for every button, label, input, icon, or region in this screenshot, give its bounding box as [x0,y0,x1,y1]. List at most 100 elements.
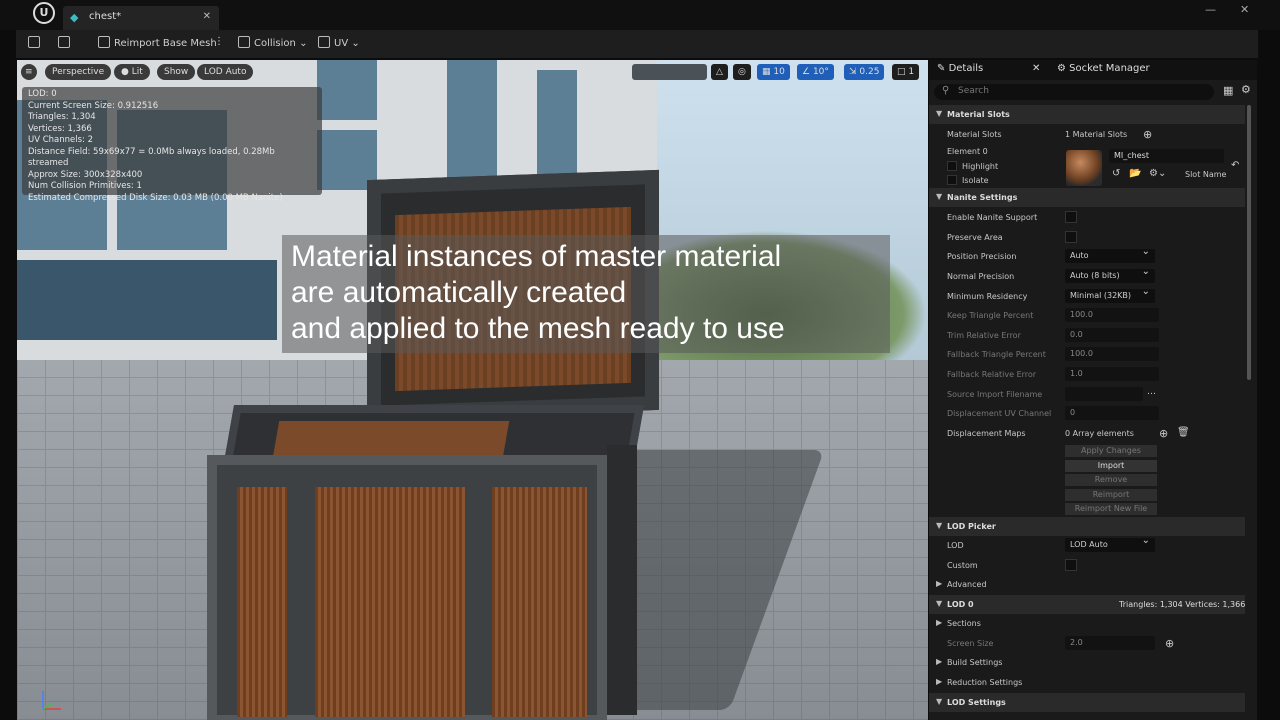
section-lod-picker[interactable]: ▼ LOD Picker [929,517,1245,536]
scale-snap-button[interactable]: ⇲ 0.25 [844,64,885,80]
reimport-nanite-button[interactable]: Reimport [1065,489,1157,501]
lit-icon: ● [121,67,132,77]
isolate-checkbox[interactable] [947,175,957,185]
stat-line: Distance Field: 59x69x77 = 0.0Mb always … [28,146,275,169]
screen-size-input[interactable]: 2.0 [1065,636,1155,650]
caption-line: and applied to the mesh ready to use [291,312,785,345]
source-filename-input[interactable] [1065,387,1143,401]
add-screen-size-icon[interactable]: ⊕ [1165,637,1174,650]
browse-asset-icon[interactable]: 📂 [1129,168,1141,179]
more-options-icon[interactable]: ⋮ [214,36,224,47]
minimum-residency-dropdown[interactable]: Minimal (32KB) [1065,286,1155,303]
unreal-logo-icon[interactable]: U [33,2,55,24]
material-picker[interactable]: MI_chest [1109,149,1224,163]
collapse-arrow-icon: ▼ [936,599,943,608]
collision-icon [238,36,250,48]
browse-icon[interactable] [58,36,74,49]
collision-menu[interactable]: Collision ⌄ [238,36,307,49]
show-button[interactable]: Show [157,64,196,80]
reimport-new-file-button[interactable]: Reimport New File [1065,503,1157,515]
world-local-icon[interactable]: ◎ [733,64,751,80]
scale-snap-icon: ⇲ [849,67,860,77]
section-lod-settings[interactable]: ▼ LOD Settings [929,693,1245,712]
transform-tools[interactable] [632,64,707,80]
normal-precision-dropdown[interactable]: Auto (8 bits) [1065,266,1155,283]
asset-tab-chest[interactable]: ◆ chest* ✕ [63,6,219,30]
import-button[interactable]: Import [1065,460,1157,472]
camera-speed-button[interactable]: □ 1 [892,64,920,80]
mesh-stats-overlay: LOD: 0 Current Screen Size: 0.912516 Tri… [22,87,322,203]
settings-gear-icon[interactable]: ⚙ [1241,83,1251,96]
details-search-input[interactable]: Search [934,84,1214,100]
lod-dropdown[interactable]: LOD Auto [1065,535,1155,552]
asset-toolbar: Reimport Base Mesh ⋮ Collision ⌄ UV ⌄ [16,30,1258,58]
table-view-icon[interactable]: ▦ [1223,84,1233,97]
delete-elements-icon[interactable]: 🗑 [1177,427,1190,438]
tab-details[interactable]: ✎ Details [937,63,983,74]
add-slot-icon[interactable]: ⊕ [1143,128,1152,141]
grid-snap-button[interactable]: ▦ 10 [757,64,790,80]
details-scrollbar[interactable] [1247,105,1251,380]
static-mesh-viewport[interactable]: ≡ Perspective ● Lit Show LOD Auto △ ◎ ▦ … [17,60,928,720]
tab-socket-manager[interactable]: ⚙ Socket Manager [1057,63,1150,74]
preserve-area-checkbox[interactable] [1065,231,1077,243]
socket-icon: ⚙ [1057,63,1070,74]
displacement-uv-input[interactable]: 0 [1065,406,1159,420]
static-mesh-icon: ◆ [70,11,79,24]
row-sections[interactable]: ▶ Sections [929,614,1245,633]
browse-file-icon[interactable]: … [1147,387,1156,397]
material-thumbnail[interactable] [1066,150,1102,186]
stat-line: Vertices: 1,366 [28,123,92,134]
surface-snap-icon[interactable]: △ [711,64,728,80]
row-fallback-triangle: Fallback Triangle Percent 100.0 [929,345,1245,364]
enable-nanite-checkbox[interactable] [1065,211,1077,223]
viewport-menu-icon[interactable]: ≡ [21,64,37,80]
row-displacement-maps: Displacement Maps 0 Array elements ⊕ 🗑 [947,427,1190,440]
position-precision-dropdown[interactable]: Auto [1065,246,1155,263]
trim-error-input[interactable]: 0.0 [1065,328,1159,342]
keep-triangle-input[interactable]: 100.0 [1065,308,1159,322]
chest-side [607,445,637,715]
highlight-checkbox[interactable] [947,161,957,171]
row-trim-error: Trim Relative Error 0.0 [929,326,1245,345]
use-selected-icon[interactable]: ↺ [1112,168,1120,179]
close-tab-icon[interactable]: ✕ [203,11,211,22]
custom-lod-checkbox[interactable] [1065,559,1077,571]
row-preserve-area: Preserve Area [929,228,1245,247]
axis-gizmo-icon [42,691,61,710]
lit-button[interactable]: ● Lit [114,64,150,80]
section-nanite-settings[interactable]: ▼ Nanite Settings [929,188,1245,207]
stat-line: Estimated Compressed Disk Size: 0.03 MB … [28,192,283,203]
expand-arrow-icon: ▶ [936,618,943,627]
fallback-triangle-input[interactable]: 100.0 [1065,347,1159,361]
reset-icon[interactable]: ↶ [1231,160,1239,171]
add-element-icon[interactable]: ⊕ [1159,427,1168,440]
tutorial-caption: Material instances of master material ar… [282,235,890,353]
remove-button[interactable]: Remove [1065,474,1157,486]
collapse-arrow-icon: ▼ [936,697,943,706]
section-lod-0[interactable]: ▼ LOD 0 Triangles: 1,304 Vertices: 1,366 [929,595,1245,614]
row-advanced[interactable]: ▶ Advanced [929,575,1245,594]
lod0-stats: Triangles: 1,304 Vertices: 1,366 [1119,600,1246,609]
chest-front [207,455,607,720]
row-build-settings[interactable]: ▶ Build Settings [929,653,1245,672]
perspective-button[interactable]: Perspective [45,64,112,80]
close-details-tab-icon[interactable]: ✕ [1032,63,1040,74]
tab-title: chest [89,11,117,22]
uv-menu[interactable]: UV ⌄ [318,36,360,49]
row-element-0: Element 0 Highlight Isolate MI_chest ↺ 📂… [947,147,1240,186]
lod-button[interactable]: LOD Auto [197,64,254,80]
fallback-error-input[interactable]: 1.0 [1065,367,1159,381]
close-window-icon[interactable]: ✕ [1240,3,1249,16]
reimport-button[interactable]: Reimport Base Mesh [98,36,217,49]
angle-snap-button[interactable]: ∠ 10° [797,64,834,80]
apply-changes-button[interactable]: Apply Changes [1065,445,1157,457]
details-panel: ✎ Details ✕ ⚙ Socket Manager Search ⚲ ▦ … [929,60,1257,720]
camera-icon: □ [897,67,909,77]
stat-line: Approx Size: 300x328x400 [28,169,143,180]
minimize-icon[interactable]: — [1205,3,1216,16]
row-reduction-settings[interactable]: ▶ Reduction Settings [929,673,1245,692]
save-icon[interactable] [28,36,44,49]
section-material-slots[interactable]: ▼ Material Slots [929,105,1245,124]
options-icon[interactable]: ⚙⌄ [1149,168,1166,179]
